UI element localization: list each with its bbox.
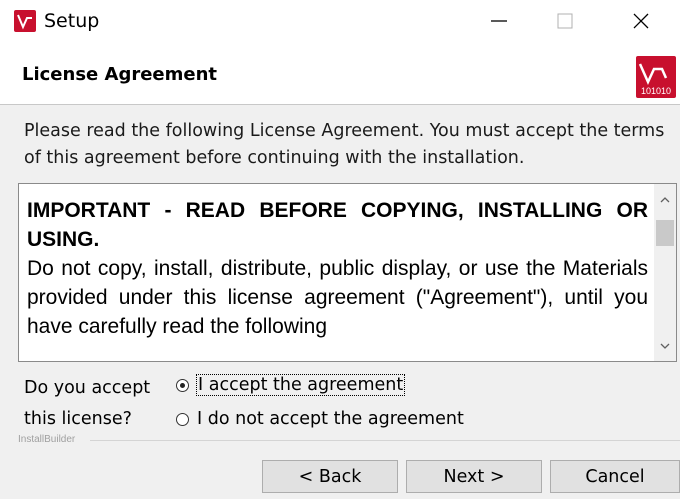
license-body: Do not copy, install, distribute, public… bbox=[27, 257, 648, 338]
scroll-thumb[interactable] bbox=[656, 220, 674, 246]
installer-logo-icon: 101010 bbox=[636, 56, 676, 98]
license-textbox[interactable]: IMPORTANT - READ BEFORE COPYING, INSTALL… bbox=[18, 183, 677, 362]
accept-question-label: Do you accept this license? bbox=[24, 378, 151, 429]
accept-radio-option[interactable]: I accept the agreement bbox=[176, 372, 406, 398]
footer-divider bbox=[90, 440, 680, 441]
page-title: License Agreement bbox=[22, 64, 218, 85]
license-scrollbar[interactable] bbox=[654, 184, 676, 361]
chevron-down-icon bbox=[660, 343, 670, 349]
scroll-up-button[interactable] bbox=[654, 184, 676, 214]
next-button[interactable]: Next > bbox=[406, 460, 542, 493]
decline-radio-option[interactable]: I do not accept the agreement bbox=[176, 406, 464, 432]
installbuilder-brand: InstallBuilder bbox=[18, 434, 80, 445]
title-bar[interactable]: Setup bbox=[0, 0, 680, 42]
setup-window: Setup License Agreement 101010 Please re… bbox=[0, 0, 680, 499]
scroll-down-button[interactable] bbox=[654, 331, 676, 361]
app-icon bbox=[14, 10, 36, 32]
logo-text: 101010 bbox=[641, 86, 671, 96]
page-header: License Agreement 101010 bbox=[0, 42, 680, 105]
close-icon bbox=[633, 13, 649, 29]
minimize-icon bbox=[491, 20, 507, 22]
license-heading: IMPORTANT - READ BEFORE COPYING, INSTALL… bbox=[27, 199, 648, 251]
decline-radio-button[interactable] bbox=[176, 412, 189, 426]
chevron-up-icon bbox=[660, 196, 670, 202]
back-button[interactable]: < Back bbox=[262, 460, 398, 493]
window-title: Setup bbox=[44, 10, 100, 32]
instructions-text: Please read the following License Agreem… bbox=[24, 121, 665, 168]
accept-radio-button[interactable] bbox=[176, 378, 189, 392]
maximize-icon bbox=[557, 13, 573, 29]
accept-radio-label[interactable]: I accept the agreement bbox=[195, 374, 406, 396]
cancel-button[interactable]: Cancel bbox=[550, 460, 680, 493]
decline-radio-label[interactable]: I do not accept the agreement bbox=[197, 409, 464, 429]
close-button[interactable] bbox=[618, 0, 664, 42]
minimize-button[interactable] bbox=[476, 0, 522, 42]
maximize-button[interactable] bbox=[542, 0, 588, 42]
license-content: IMPORTANT - READ BEFORE COPYING, INSTALL… bbox=[27, 196, 648, 341]
